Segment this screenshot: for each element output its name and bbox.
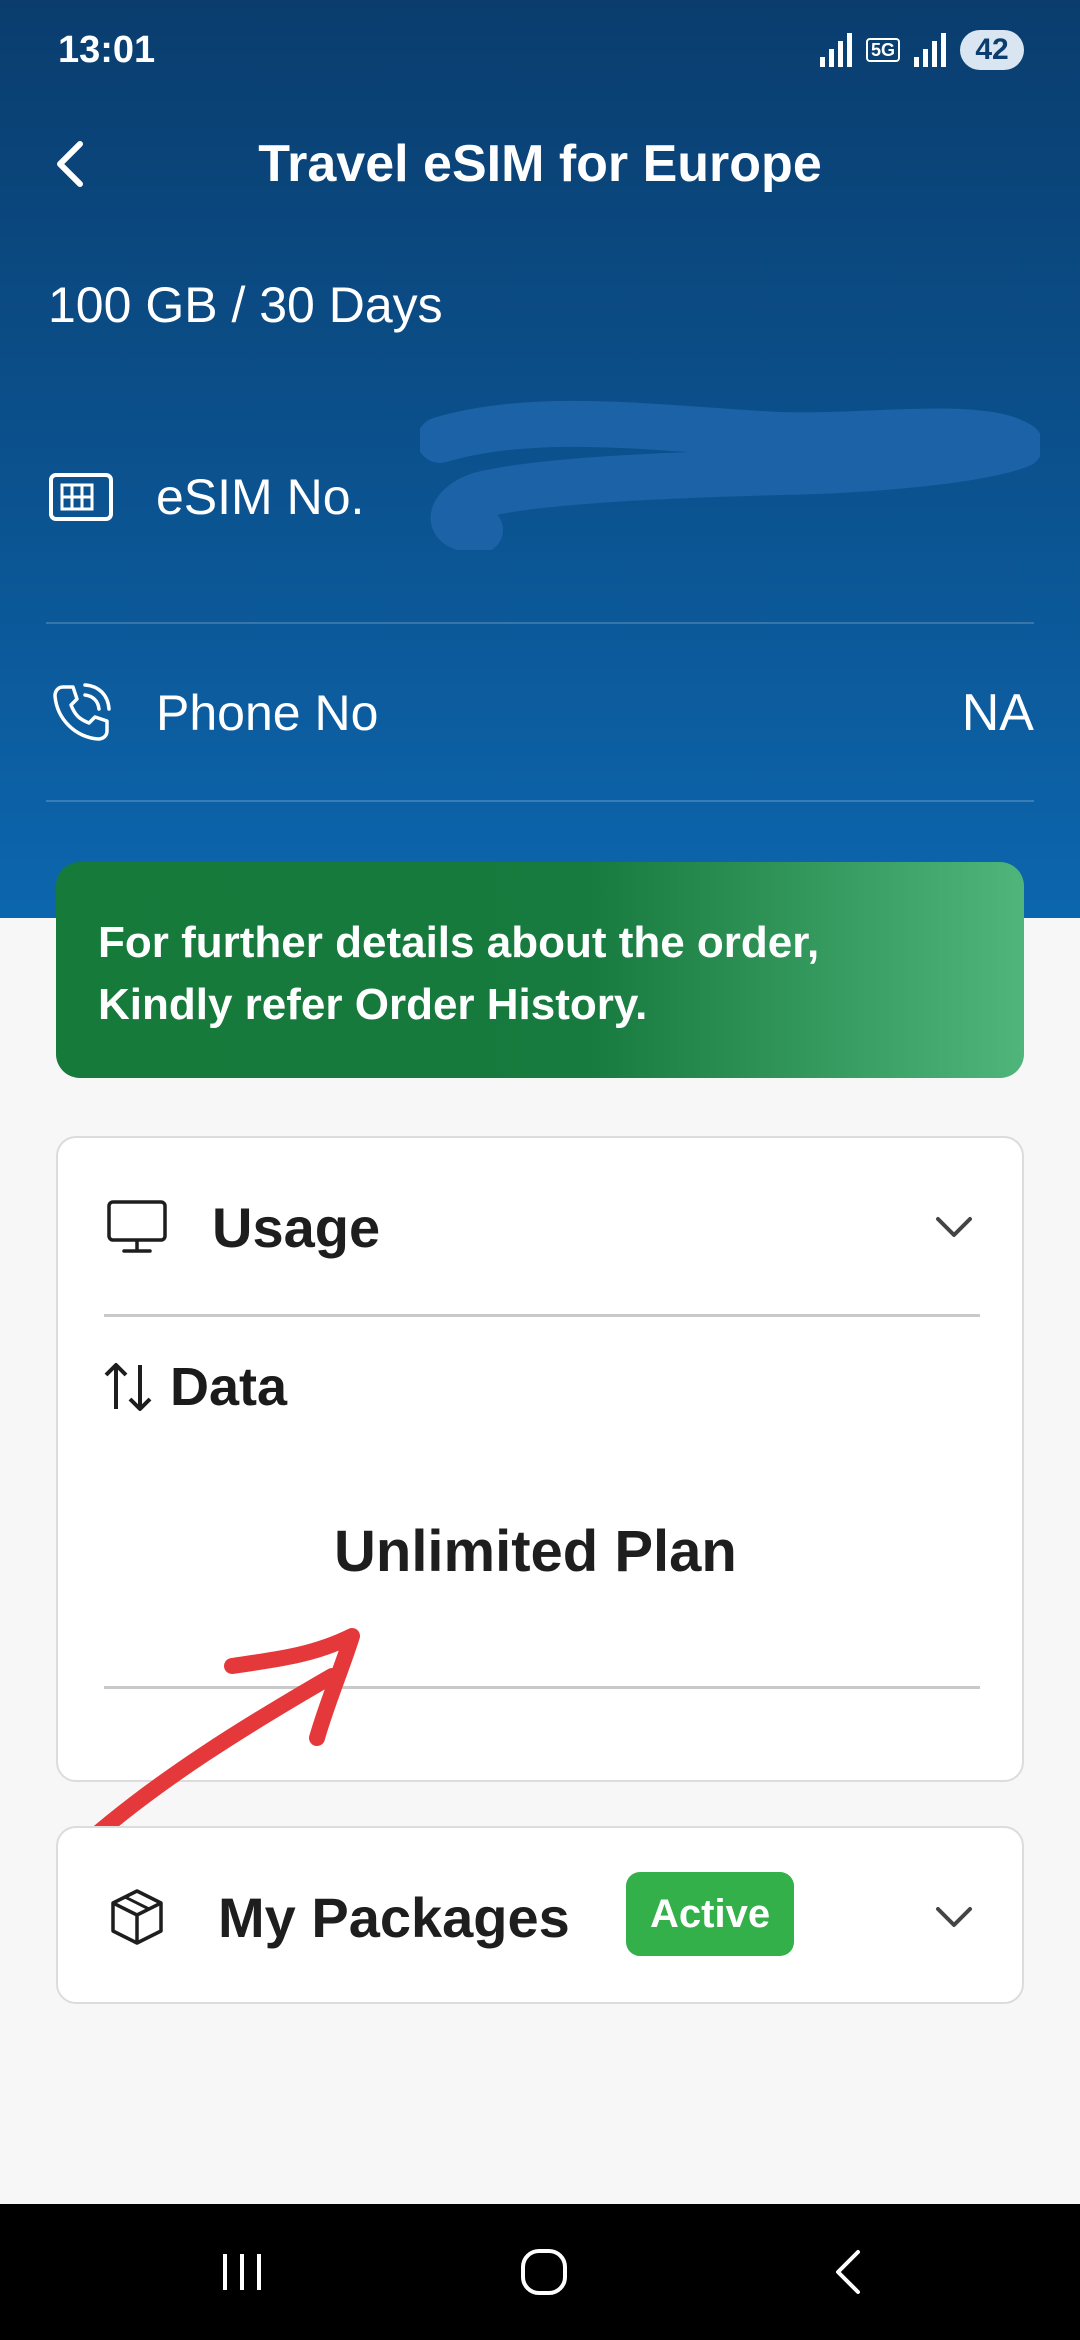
packages-card: My Packages Active xyxy=(56,1826,1024,2004)
phone-number-value: NA xyxy=(961,684,1034,742)
network-type-label: 5G xyxy=(865,38,900,62)
nav-back-icon xyxy=(836,2250,860,2294)
top-app-bar: Travel eSIM for Europe xyxy=(0,120,1080,210)
order-history-banner: For further details about the order, Kin… xyxy=(56,862,1024,1078)
packages-card-header[interactable]: My Packages Active xyxy=(58,1828,1022,2006)
sim-card-icon xyxy=(46,462,116,532)
page-title: Travel eSIM for Europe xyxy=(258,135,822,193)
header-hero: 13:01 5G 42 Travel eSIM for Europe 100 G… xyxy=(0,0,1080,918)
phone-number-label: Phone No xyxy=(156,685,379,741)
recent-apps-icon xyxy=(223,2254,261,2290)
package-box-icon xyxy=(102,1882,172,1952)
banner-line-2: Kindly refer Order History. xyxy=(98,980,648,1029)
chevron-down-icon[interactable] xyxy=(926,1199,982,1255)
red-annotation-arrow xyxy=(84,1628,360,1846)
status-badge: Active xyxy=(626,1872,795,1956)
chevron-down-icon[interactable] xyxy=(926,1889,982,1945)
row-divider xyxy=(46,622,1034,624)
status-bar: 13:01 5G 42 xyxy=(0,0,1080,100)
battery-level: 42 xyxy=(975,33,1009,66)
status-time: 13:01 xyxy=(58,28,156,71)
up-down-arrows-icon xyxy=(104,1363,152,1411)
nav-back-button[interactable] xyxy=(808,2232,888,2312)
battery-indicator: 42 xyxy=(960,30,1024,70)
plan-description: 100 GB / 30 Days xyxy=(48,277,443,333)
phone-number-row: Phone No NA xyxy=(46,628,1034,798)
usage-card: Usage Data Unlimited Plan xyxy=(56,1136,1024,1846)
data-row: Data xyxy=(102,1356,287,1418)
usage-divider xyxy=(104,1314,980,1317)
recent-apps-button[interactable] xyxy=(202,2232,282,2312)
packages-title: My Packages xyxy=(218,1885,570,1949)
signal-icon-2 xyxy=(914,33,946,67)
redaction-scribble xyxy=(420,400,1040,550)
row-divider xyxy=(46,800,1034,802)
data-label: Data xyxy=(170,1357,288,1417)
usage-title: Usage xyxy=(212,1195,381,1259)
monitor-icon xyxy=(102,1192,172,1262)
usage-card-header[interactable]: Usage xyxy=(58,1138,1022,1316)
esim-number-label: eSIM No. xyxy=(156,469,365,525)
home-button[interactable] xyxy=(504,2232,584,2312)
home-icon xyxy=(521,2249,567,2295)
banner-line-1: For further details about the order, xyxy=(98,918,820,967)
system-navigation-bar xyxy=(0,2204,1080,2340)
status-icons: 5G 42 xyxy=(819,30,1024,70)
signal-icon xyxy=(819,33,852,67)
phone-icon xyxy=(46,678,116,748)
